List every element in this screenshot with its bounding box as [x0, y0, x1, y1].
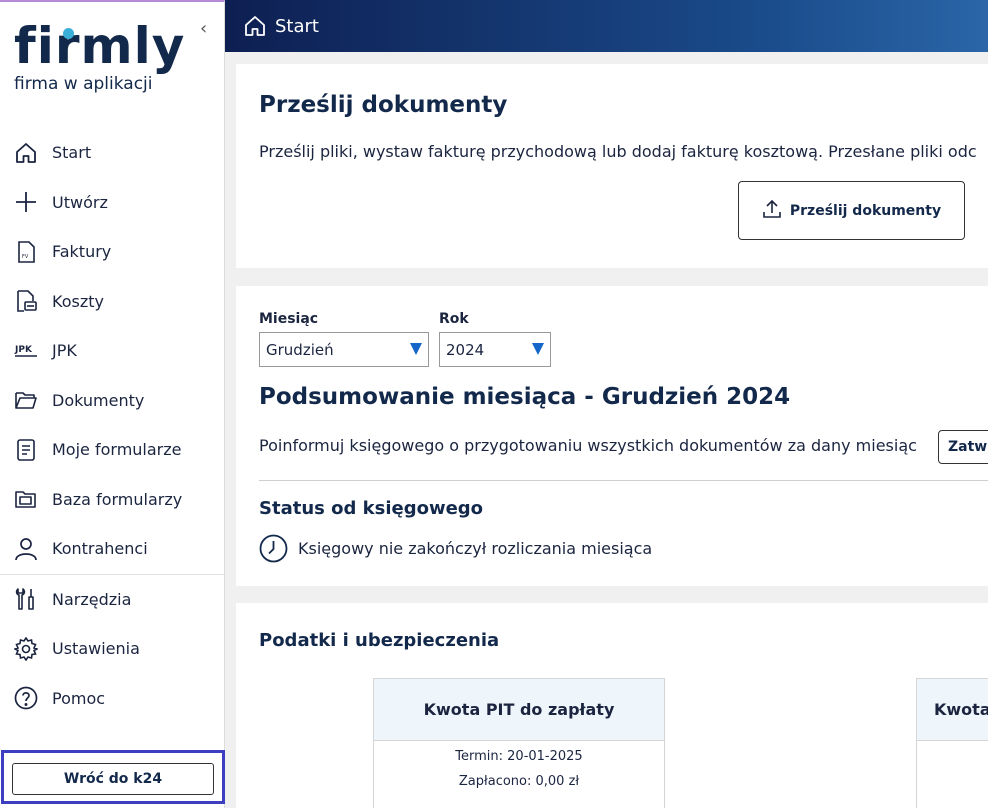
taxes-card: Podatki i ubezpieczenia Kwota PIT do zap…	[236, 603, 988, 808]
svg-text:FV: FV	[22, 254, 29, 260]
sidebar-item-label: Faktury	[52, 242, 112, 262]
sidebar-item-pomoc[interactable]: Pomoc	[0, 674, 224, 724]
sidebar: firmly firma w aplikacji ‹ Start Utwórz …	[0, 0, 225, 808]
home-icon	[243, 14, 267, 38]
logo-tagline: firma w aplikacji	[14, 74, 153, 94]
second-tax-box-header: Kwota	[917, 679, 988, 741]
sidebar-item-koszty[interactable]: Koszty	[0, 277, 224, 327]
svg-text:JPK: JPK	[14, 345, 33, 355]
accountant-status: Księgowy nie zakończył rozliczania miesi…	[259, 534, 652, 563]
month-select[interactable]: Grudzień	[259, 332, 429, 367]
collapse-sidebar-icon[interactable]: ‹	[200, 18, 207, 39]
top-bar: Start	[225, 0, 988, 52]
tools-icon	[14, 587, 38, 611]
gear-icon	[14, 636, 38, 661]
section-divider	[259, 480, 988, 481]
sidebar-item-start[interactable]: Start	[0, 128, 224, 178]
firmly-logo: firmly firma w aplikacji	[14, 20, 185, 94]
upload-documents-button[interactable]: Prześlij dokumenty	[738, 181, 965, 240]
month-select-value: Grudzień	[266, 340, 334, 359]
sidebar-item-label: JPK	[52, 341, 77, 361]
sidebar-item-kontrahenci[interactable]: Kontrahenci	[0, 524, 224, 574]
sidebar-item-label: Utwórz	[52, 192, 108, 212]
sidebar-item-label: Dokumenty	[52, 390, 145, 410]
sidebar-item-label: Start	[52, 143, 92, 163]
pit-paid: Zapłacono: 0,00 zł	[458, 774, 580, 789]
sidebar-item-label: Baza formularzy	[52, 489, 183, 509]
back-button-highlight: Wróć do k24	[1, 750, 225, 804]
inform-accountant-text: Poinformuj księgowego o przygotowaniu ws…	[259, 436, 917, 455]
upload-button-label: Prześlij dokumenty	[789, 202, 942, 219]
sidebar-item-label: Narzędzia	[52, 589, 132, 609]
person-icon	[14, 537, 38, 561]
taxes-title: Podatki i ubezpieczenia	[259, 630, 500, 651]
clock-icon	[259, 534, 288, 563]
upload-card: Prześlij dokumenty Prześlij pliki, wysta…	[236, 64, 988, 268]
year-label: Rok	[439, 311, 469, 327]
year-select[interactable]: 2024	[439, 332, 551, 367]
jpk-icon: JPK	[14, 339, 38, 363]
sidebar-item-narzedzia[interactable]: Narzędzia	[0, 575, 224, 625]
sidebar-item-label: Kontrahenci	[52, 539, 148, 559]
sidebar-item-jpk[interactable]: JPK JPK	[0, 326, 224, 376]
home-icon	[14, 141, 38, 165]
sidebar-item-utworz[interactable]: Utwórz	[0, 178, 224, 228]
back-to-k24-button[interactable]: Wróć do k24	[12, 763, 214, 795]
summary-card: Miesiąc Grudzień Rok 2024 Podsumowanie m…	[236, 286, 988, 586]
month-label: Miesiąc	[259, 311, 319, 327]
form-icon	[14, 438, 38, 462]
sidebar-item-label: Ustawienia	[52, 639, 140, 659]
sidebar-item-baza-formularzy[interactable]: Baza formularzy	[0, 475, 224, 525]
second-tax-box: Kwota	[916, 678, 988, 808]
logo-dot	[63, 28, 74, 39]
upload-description: Prześlij pliki, wystaw fakturę przychodo…	[259, 142, 977, 161]
pit-box-header: Kwota PIT do zapłaty	[374, 679, 664, 741]
invoice-icon: FV	[14, 240, 38, 264]
sidebar-item-label: Moje formularze	[52, 440, 182, 460]
sidebar-item-label: Koszty	[52, 291, 104, 311]
folder-icon	[14, 388, 38, 412]
help-icon	[14, 686, 38, 710]
page-title: Start	[275, 15, 319, 37]
year-select-value: 2024	[446, 340, 485, 359]
dropdown-arrow-icon	[410, 343, 422, 355]
sidebar-item-faktury[interactable]: FV Faktury	[0, 227, 224, 277]
plus-icon	[14, 190, 38, 214]
upload-icon	[762, 199, 782, 223]
confirm-button[interactable]: Zatwie	[938, 430, 988, 464]
costs-icon	[14, 289, 38, 313]
logo-word: firmly	[14, 17, 186, 75]
sidebar-item-dokumenty[interactable]: Dokumenty	[0, 376, 224, 426]
sidebar-nav: Start Utwórz FV Faktury Koszty JPK JPK D…	[0, 128, 224, 723]
accountant-status-text: Księgowy nie zakończył rozliczania miesi…	[298, 539, 653, 558]
sidebar-item-label: Pomoc	[52, 688, 106, 708]
upload-title: Prześlij dokumenty	[259, 92, 508, 118]
summary-title: Podsumowanie miesiąca - Grudzień 2024	[259, 384, 791, 410]
accountant-status-title: Status od księgowego	[259, 498, 484, 519]
sidebar-item-ustawienia[interactable]: Ustawienia	[0, 624, 224, 674]
forms-folder-icon	[14, 487, 38, 511]
sidebar-item-moje-formularze[interactable]: Moje formularze	[0, 425, 224, 475]
dropdown-arrow-icon	[532, 343, 544, 355]
pit-deadline: Termin: 20-01-2025	[455, 749, 583, 764]
pit-box: Kwota PIT do zapłaty Termin: 20-01-2025 …	[373, 678, 665, 808]
